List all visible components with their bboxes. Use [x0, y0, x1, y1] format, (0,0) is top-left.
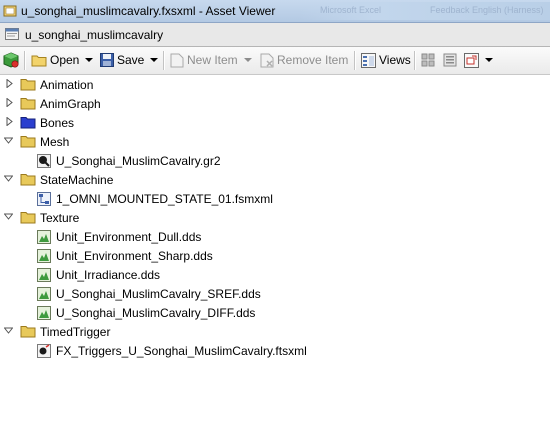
tree-file-label: Unit_Environment_Sharp.dds: [56, 248, 213, 263]
tree-file-item[interactable]: U_Songhai_MuslimCavalry_SREF.dds: [37, 284, 261, 303]
toolbar-separator: [354, 51, 356, 70]
folder-icon: [20, 98, 36, 110]
tree-file-label: Unit_Irradiance.dds: [56, 267, 161, 282]
tree-folder-animation[interactable]: Animation: [20, 75, 93, 94]
texture-file-icon: [37, 286, 51, 301]
grid-view-button[interactable]: [421, 51, 435, 69]
expand-arrow-icon[interactable]: [5, 98, 14, 107]
trigger-file-icon: [37, 343, 51, 358]
window-title-bar[interactable]: u_songhai_muslimcavalry.fxsxml - Asset V…: [0, 0, 550, 23]
folder-icon: [20, 136, 36, 148]
open-button-label: Open: [50, 53, 80, 67]
background-text-2: Feedback English (Harness): [430, 5, 544, 15]
save-button[interactable]: Save: [100, 51, 159, 69]
asset-tree[interactable]: Animation AnimGraph Bones Mesh U_Songhai…: [0, 75, 550, 434]
tree-file-item[interactable]: Unit_Environment_Sharp.dds: [37, 246, 213, 265]
texture-file-icon: [37, 248, 51, 263]
tree-file-item[interactable]: 1_OMNI_MOUNTED_STATE_01.fsmxml: [37, 189, 273, 208]
export-dropdown-icon: [485, 58, 493, 62]
tree-folder-animgraph[interactable]: AnimGraph: [20, 94, 101, 113]
expand-arrow-icon[interactable]: [5, 79, 14, 88]
background-window-blur: Microsoft Excel Feedback English (Harnes…: [300, 2, 550, 20]
tree-folder-label: TimedTrigger: [40, 324, 111, 339]
folder-icon: [20, 326, 36, 338]
open-dropdown-icon: [85, 58, 94, 62]
add-asset-button[interactable]: [3, 51, 19, 69]
export-button[interactable]: [464, 51, 493, 69]
views-button-label: Views: [379, 53, 411, 67]
tree-folder-label: StateMachine: [40, 172, 114, 187]
toolbar-separator: [163, 51, 165, 70]
new-item-dropdown-icon: [243, 58, 252, 62]
tree-folder-label: AnimGraph: [40, 96, 101, 111]
tree-file-item[interactable]: U_Songhai_MuslimCavalry_DIFF.dds: [37, 303, 255, 322]
background-text-1: Microsoft Excel: [320, 5, 382, 15]
toolbar-separator: [414, 51, 416, 70]
toolbar: Open Save New Item Remove Item Views: [0, 47, 550, 75]
tree-folder-statemachine[interactable]: StateMachine: [20, 170, 113, 189]
save-disk-icon: [100, 53, 114, 67]
remove-item-button-label: Remove Item: [277, 53, 349, 67]
new-item-button[interactable]: New Item: [170, 51, 252, 69]
texture-file-icon: [37, 305, 51, 320]
tree-folder-timedtrigger[interactable]: TimedTrigger: [20, 322, 110, 341]
asset-viewer-app-icon: [3, 5, 17, 17]
folder-icon: [20, 79, 36, 91]
list-view-button[interactable]: [443, 51, 457, 69]
tree-file-item[interactable]: Unit_Irradiance.dds: [37, 265, 160, 284]
tree-file-item[interactable]: FX_Triggers_U_Songhai_MuslimCavalry.ftsx…: [37, 341, 307, 360]
blue-folder-icon: [20, 117, 36, 129]
tree-file-label: FX_Triggers_U_Songhai_MuslimCavalry.ftsx…: [56, 343, 307, 358]
grid-view-icon: [421, 53, 435, 67]
texture-file-icon: [37, 229, 51, 244]
tree-file-label: Unit_Environment_Dull.dds: [56, 229, 202, 244]
save-button-label: Save: [117, 53, 145, 67]
collapse-arrow-icon[interactable]: [4, 174, 13, 183]
tree-folder-mesh[interactable]: Mesh: [20, 132, 69, 151]
save-dropdown-icon: [150, 58, 159, 62]
tree-folder-label: Mesh: [40, 134, 70, 149]
list-view-icon: [443, 53, 457, 67]
state-machine-file-icon: [37, 191, 51, 206]
remove-page-icon: [260, 53, 274, 67]
collapse-arrow-icon[interactable]: [4, 326, 13, 335]
remove-item-button[interactable]: Remove Item: [260, 51, 348, 69]
document-tab-label: u_songhai_muslimcavalry: [25, 28, 164, 42]
tree-file-item[interactable]: Unit_Environment_Dull.dds: [37, 227, 201, 246]
texture-file-icon: [37, 267, 51, 282]
tree-file-item[interactable]: U_Songhai_MuslimCavalry.gr2: [37, 151, 221, 170]
new-item-button-label: New Item: [187, 53, 238, 67]
open-button[interactable]: Open: [31, 51, 94, 69]
collapse-arrow-icon[interactable]: [4, 136, 13, 145]
export-icon: [464, 52, 479, 68]
mesh-file-icon: [37, 153, 51, 168]
folder-open-icon: [31, 55, 47, 66]
tree-folder-label: Texture: [40, 210, 80, 225]
folder-icon: [20, 174, 36, 186]
tree-folder-label: Animation: [40, 77, 94, 92]
views-icon: [361, 52, 376, 68]
document-icon: [5, 28, 19, 40]
tree-folder-texture[interactable]: Texture: [20, 208, 79, 227]
collapse-arrow-icon[interactable]: [4, 212, 13, 221]
expand-arrow-icon[interactable]: [5, 117, 14, 126]
tree-file-label: U_Songhai_MuslimCavalry_DIFF.dds: [56, 305, 256, 320]
toolbar-separator: [24, 51, 26, 70]
tree-folder-label: Bones: [40, 115, 75, 130]
tree-file-label: U_Songhai_MuslimCavalry_SREF.dds: [56, 286, 261, 301]
new-page-icon: [170, 53, 184, 67]
folder-icon: [20, 212, 36, 224]
tree-file-label: 1_OMNI_MOUNTED_STATE_01.fsmxml: [56, 191, 273, 206]
tree-file-label: U_Songhai_MuslimCavalry.gr2: [56, 153, 221, 168]
document-tab[interactable]: u_songhai_muslimcavalry: [0, 23, 550, 47]
window-title: u_songhai_muslimcavalry.fxsxml - Asset V…: [21, 4, 276, 18]
tree-folder-bones[interactable]: Bones: [20, 113, 74, 132]
views-button[interactable]: Views: [361, 51, 411, 69]
add-cube-icon: [3, 52, 19, 68]
